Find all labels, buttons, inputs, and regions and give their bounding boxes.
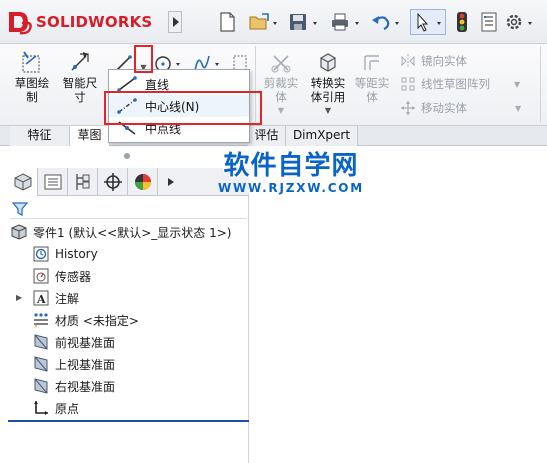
tree-item-right-plane[interactable]: 右视基准面 <box>32 376 115 396</box>
tree-item-origin[interactable]: 原点 <box>32 398 79 418</box>
tab-feature-tree[interactable] <box>8 168 38 196</box>
undo-button[interactable] <box>368 9 402 35</box>
tree-item-sensors[interactable]: 传感器 <box>32 266 91 286</box>
trim-icon <box>271 55 291 73</box>
tab-configuration-manager[interactable] <box>68 168 98 196</box>
tab-dimxpert[interactable]: DimXpert <box>286 126 358 146</box>
annotation-icon: A <box>33 290 49 306</box>
convert-entities-icon <box>320 53 336 72</box>
highlight-line-flyout <box>134 45 153 73</box>
offset-icon <box>364 55 379 70</box>
command-manager: 草图绘制 智能尺寸 ▼ 剪裁实体 ▼ 转换实体引用 ▼ 等距实体 镜向实体 线性… <box>0 44 547 126</box>
options-icon <box>506 14 532 30</box>
configuration-manager-icon <box>75 174 89 190</box>
open-icon <box>249 13 277 30</box>
origin-icon <box>34 401 48 415</box>
sketch-icon <box>22 51 40 73</box>
save-icon <box>290 14 317 30</box>
plane-icon <box>34 356 48 372</box>
watermark-url: WWW.RJZXW.COM <box>217 181 365 195</box>
part-icon <box>11 224 27 240</box>
sensor-icon <box>33 268 49 284</box>
sketch-button[interactable]: 草图绘制 <box>12 48 52 104</box>
tree-item-material[interactable]: 材质 <未指定> <box>32 310 139 330</box>
new-icon <box>220 12 235 32</box>
triangle-right-icon <box>172 17 179 27</box>
tree-item-part[interactable]: 零件1 (默认<<默认>_显示状态 1>) <box>10 222 231 242</box>
highlight-centerline <box>104 91 262 125</box>
print-icon <box>332 13 359 31</box>
panel-tabs-more[interactable] <box>158 168 184 196</box>
panel-bottom-bar <box>8 420 249 422</box>
tab-features[interactable]: 特征 <box>10 126 70 146</box>
ds-logo-icon <box>9 12 32 35</box>
watermark-title: 软件自学网 <box>223 151 359 181</box>
open-button[interactable] <box>246 9 280 35</box>
new-button[interactable] <box>214 9 240 35</box>
move-icon <box>401 101 415 115</box>
convert-entities-button[interactable]: 转换实体引用 ▼ <box>306 48 350 118</box>
menu-expand-button[interactable] <box>168 11 182 33</box>
command-manager-tabs: 特征 草图 评估 DimXpert <box>0 126 547 146</box>
tab-evaluate[interactable]: 评估 <box>248 126 286 146</box>
tree-item-annotations[interactable]: A 注解 <box>32 288 79 308</box>
linear-pattern-item[interactable]: 线性草图阵列 ▼ <box>400 76 520 92</box>
history-icon <box>33 246 49 262</box>
panel-tabs <box>8 168 249 196</box>
material-icon <box>34 313 48 328</box>
file-properties-button[interactable] <box>476 9 502 35</box>
brand-name: SOLIDWORKS <box>36 13 153 31</box>
print-button[interactable] <box>328 9 362 35</box>
feature-manager-panel: 零件1 (默认<<默认>_显示状态 1>) History 传感器 ▶ A 注解… <box>8 168 249 463</box>
smart-dimension-icon <box>71 52 89 71</box>
tab-sketch[interactable]: 草图 <box>70 126 110 146</box>
feature-tree-icon <box>14 173 31 191</box>
svg-text:A: A <box>36 293 46 306</box>
rebuild-button[interactable] <box>452 9 472 35</box>
rebuild-icon <box>457 12 467 32</box>
offset-entities-button[interactable]: 等距实体 <box>352 48 392 104</box>
tab-display-manager[interactable] <box>128 168 158 196</box>
select-icon <box>417 12 441 32</box>
linear-pattern-icon <box>401 77 415 91</box>
display-manager-icon <box>134 174 151 190</box>
options-button[interactable] <box>502 9 536 35</box>
plane-icon <box>34 334 48 350</box>
smart-dimension-button[interactable]: 智能尺寸 <box>60 48 100 104</box>
mirror-icon <box>401 54 415 68</box>
plane-icon <box>34 378 48 394</box>
tab-dimxpert-manager[interactable] <box>98 168 128 196</box>
ribbon-separator <box>540 46 541 122</box>
undo-icon <box>372 16 399 31</box>
filter-icon <box>11 202 29 216</box>
tab-property-manager[interactable] <box>38 168 68 196</box>
select-button[interactable] <box>410 9 446 35</box>
trim-entities-button[interactable]: 剪裁实体 ▼ <box>260 48 302 118</box>
move-entities-item[interactable]: 移动实体 ▼ <box>400 100 521 116</box>
title-bar: SOLIDWORKS <box>0 0 547 44</box>
crosshair-icon <box>103 173 122 191</box>
watermark: 软件自学网 WWW.RJZXW.COM <box>216 151 366 195</box>
property-manager-icon <box>44 174 61 190</box>
tree-item-history[interactable]: History <box>32 244 98 264</box>
tree-item-front-plane[interactable]: 前视基准面 <box>32 332 115 352</box>
triangle-right-icon <box>168 178 174 186</box>
annotations-expand-icon[interactable]: ▶ <box>16 293 22 302</box>
tree-filter[interactable] <box>10 199 247 219</box>
file-properties-icon <box>481 12 497 32</box>
mirror-entities-item[interactable]: 镜向实体 <box>400 53 467 69</box>
solidworks-logo[interactable]: SOLIDWORKS <box>6 8 164 36</box>
panel-grip[interactable] <box>124 153 130 159</box>
save-button[interactable] <box>286 9 320 35</box>
tree-item-top-plane[interactable]: 上视基准面 <box>32 354 115 374</box>
